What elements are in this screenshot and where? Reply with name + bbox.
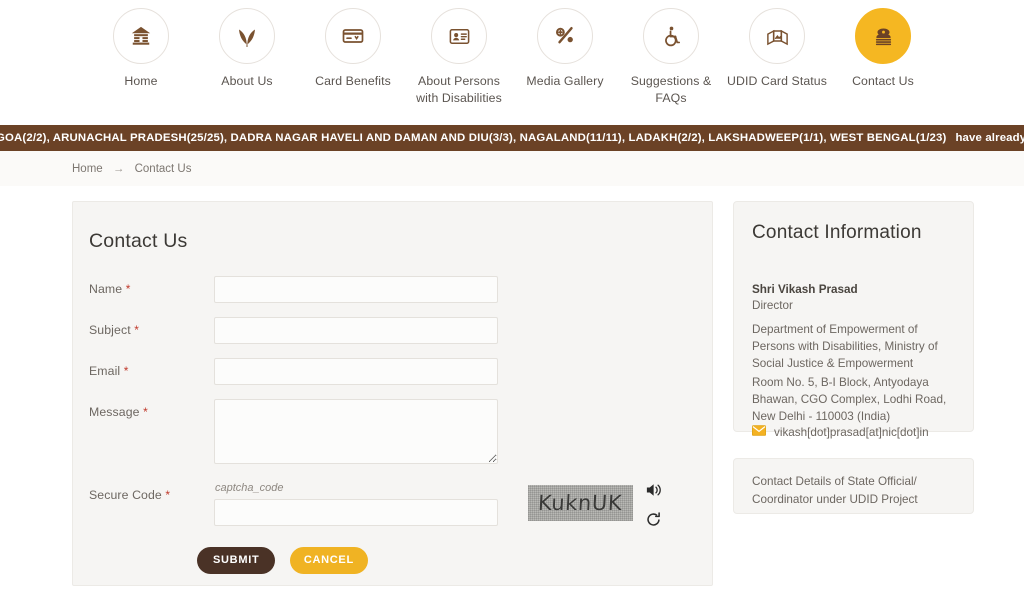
form-row-message: Message * [89, 399, 701, 465]
ticker-states-text: GOA(2/2), ARUNACHAL PRADESH(25/25), DADR… [0, 132, 947, 144]
breadcrumb-current: Contact Us [134, 162, 192, 175]
email-input[interactable] [214, 358, 498, 385]
captcha-code-hint: captcha_code [215, 482, 284, 494]
contact-information-title: Contact Information [752, 222, 922, 243]
required-marker: * [125, 282, 131, 296]
submit-button[interactable]: SUBMIT [197, 547, 276, 574]
breadcrumb: Home → Contact Us [72, 163, 191, 175]
nav-label-about-us: About Us [221, 74, 273, 88]
nav-item-udid-card-status[interactable]: UDID Card Status [724, 8, 830, 90]
nav-label-home: Home [124, 74, 158, 88]
home-icon [130, 25, 152, 47]
form-row-email: Email * [89, 358, 701, 386]
nav-label-about-persons: About Persons with Disabilities [416, 74, 502, 106]
label-subject: Subject * [89, 323, 140, 337]
ticker-tail-text: have already started generating UDID [955, 132, 1024, 144]
secure-code-input[interactable] [214, 499, 498, 526]
speaker-icon[interactable] [645, 482, 667, 503]
form-row-secure-code: Secure Code * captcha_code KuknUK [89, 482, 701, 527]
name-input[interactable] [214, 276, 498, 303]
nav-label-media-gallery: Media Gallery [526, 74, 604, 88]
contact-email-row[interactable]: vikash[dot]prasad[at]nic[dot]in [752, 425, 929, 439]
required-marker: * [165, 488, 171, 502]
nav-item-suggestions-faqs[interactable]: Suggestions & FAQs [618, 8, 724, 108]
envelope-icon [752, 425, 766, 439]
cards-stack-icon [765, 24, 790, 49]
state-coordinator-link-text: Contact Details of State Official/ Coord… [752, 475, 918, 506]
captcha-image: KuknUK [528, 485, 633, 521]
nav-icon-wrap-about-persons [431, 8, 487, 64]
contact-form-panel: Contact Us Name * Subject * Email * Mess… [72, 201, 713, 586]
captcha-image-text: KuknUK [537, 491, 624, 515]
form-row-subject: Subject * [89, 317, 701, 345]
contact-information-card: Contact Information Shri Vikash Prasad D… [733, 201, 974, 439]
nav-item-contact-us[interactable]: Contact Us [830, 8, 936, 90]
label-name: Name * [89, 282, 131, 296]
nav-icon-wrap-card-benefits [325, 8, 381, 64]
nav-item-about-us[interactable]: About Us [194, 8, 300, 90]
label-secure-code: Secure Code * [89, 488, 171, 502]
form-row-name: Name * [89, 276, 701, 304]
refresh-icon[interactable] [645, 511, 667, 533]
nav-icon-wrap-contact-us [855, 8, 911, 64]
captcha-tools [645, 482, 667, 533]
nav-label-contact-us: Contact Us [852, 74, 914, 88]
page-title: Contact Us [89, 230, 188, 252]
nav-icon-wrap-udid-card-status [749, 8, 805, 64]
card-icon [341, 24, 365, 48]
primary-navigation: Home About Us Card Benefits About Person… [0, 0, 1024, 122]
nav-item-home[interactable]: Home [88, 8, 194, 90]
nav-item-media-gallery[interactable]: Media Gallery [512, 8, 618, 90]
nav-label-suggestions: Suggestions & FAQs [630, 74, 712, 106]
breadcrumb-home-link[interactable]: Home [72, 163, 103, 175]
nav-icon-wrap-about-us [219, 8, 275, 64]
page-body: Contact Us Name * Subject * Email * Mess… [0, 186, 1024, 600]
state-coordinator-link-card[interactable]: Contact Details of State Official/ Coord… [733, 458, 974, 514]
contact-email-text: vikash[dot]prasad[at]nic[dot]in [774, 425, 929, 439]
nav-icon-wrap-media-gallery [537, 8, 593, 64]
nav-item-about-persons-with-disabilities[interactable]: About Persons with Disabilities [406, 8, 512, 108]
breadcrumb-bar: Home → Contact Us [0, 151, 1024, 186]
contact-department: Department of Empowerment of Persons wit… [752, 323, 938, 371]
nav-label-card-benefits: Card Benefits [315, 74, 391, 88]
nav-icon-wrap-home [113, 8, 169, 64]
wheelchair-icon [660, 25, 683, 48]
nav-label-udid-card-status: UDID Card Status [726, 74, 827, 88]
nav-icon-wrap-suggestions [643, 8, 699, 64]
nav-item-card-benefits[interactable]: Card Benefits [300, 8, 406, 90]
id-card-icon [448, 25, 471, 48]
required-marker: * [123, 364, 129, 378]
breadcrumb-separator-icon: → [112, 162, 125, 175]
contact-address: Room No. 5, B-I Block, Antyodaya Bhawan,… [752, 376, 947, 424]
contact-person-name: Shri Vikash Prasad [752, 283, 858, 296]
cancel-button[interactable]: CANCEL [289, 547, 368, 574]
announcement-ticker: GOA(2/2), ARUNACHAL PRADESH(25/25), DADR… [0, 125, 1024, 151]
subject-input[interactable] [214, 317, 498, 344]
required-marker: * [143, 405, 148, 419]
message-textarea[interactable] [214, 399, 498, 464]
telephone-icon [872, 25, 895, 48]
leaf-icon [235, 24, 259, 48]
label-email: Email * [89, 364, 129, 378]
media-icon [553, 24, 577, 48]
label-message: Message * [89, 405, 148, 419]
required-marker: * [134, 323, 140, 337]
contact-person-role: Director [752, 299, 793, 312]
form-actions: SUBMIT CANCEL [197, 547, 368, 574]
